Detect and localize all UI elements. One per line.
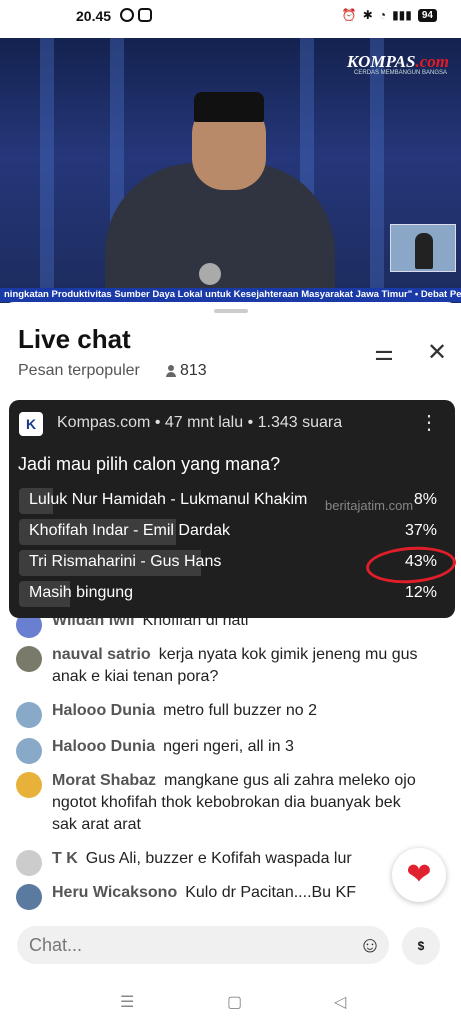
wifi-icon: ◔	[378, 8, 387, 22]
channel-avatar: K	[19, 412, 43, 436]
alarm-icon: ⏰	[341, 8, 357, 22]
user-avatar[interactable]	[16, 702, 42, 728]
app-icon	[138, 8, 152, 22]
speaker-cap	[194, 92, 264, 122]
poll-option-percent: 37%	[404, 522, 437, 539]
bluetooth-icon: ✱	[362, 8, 373, 22]
close-icon[interactable]: ✕	[424, 338, 450, 366]
poll-option[interactable]: Masih bingung 12%	[19, 581, 443, 607]
heart-reaction-button[interactable]: ❤	[392, 848, 446, 902]
stage-light	[370, 38, 384, 303]
poll-option-label: Khofifah Indar - Emil Dardak	[29, 522, 230, 539]
microphone	[199, 263, 221, 285]
poll-card: K Kompas.com • 47 mnt lalu • 1.343 suara…	[9, 400, 458, 618]
message-author[interactable]: Halooo Dunia	[52, 702, 155, 719]
viewer-count-value: 813	[180, 362, 207, 379]
news-ticker: ningkatan Produktivitas Sumber Daya Loka…	[0, 288, 461, 302]
chat-composer[interactable]: ☺	[17, 926, 389, 964]
poll-option-label: Tri Rismaharini - Gus Hans	[29, 553, 222, 570]
message-author[interactable]: Wildan Iwil	[52, 618, 135, 629]
message-text: metro full buzzer no 2	[163, 702, 317, 719]
message-text: Gus Ali, buzzer e Kofifah waspada lur	[85, 850, 352, 867]
sign-language-inset	[390, 224, 456, 272]
message-author[interactable]: T K	[52, 850, 78, 867]
back-icon[interactable]: ◁	[334, 992, 346, 1012]
chat-filter-label[interactable]: Pesan terpopuler	[18, 362, 140, 380]
poll-meta: Kompas.com • 47 mnt lalu • 1.343 suara	[57, 414, 343, 431]
whatsapp-icon	[120, 8, 134, 22]
recent-apps-icon[interactable]: ☰	[120, 992, 134, 1012]
status-bar: 20.45 ⏰ ✱ ◔ ▮▮▮ 94	[0, 0, 461, 38]
message-author[interactable]: nauval satrio	[52, 646, 151, 663]
viewer-count: 813	[166, 362, 207, 380]
home-icon[interactable]: ▢	[227, 992, 242, 1012]
kompas-logo: KOMPAS.com	[346, 52, 449, 71]
poll-option-label: Luluk Nur Hamidah - Lukmanul Khakim	[29, 491, 308, 508]
android-nav-bar: ☰ ▢ ◁	[0, 980, 461, 1024]
system-icons: ⏰ ✱ ◔ ▮▮▮ 94	[342, 8, 437, 22]
signal-icon: ▮▮▮	[392, 8, 412, 22]
poll-question: Jadi mau pilih calon yang mana?	[18, 454, 281, 474]
kompas-tagline: CERDAS MEMBANGUN BANGSA	[353, 70, 447, 76]
user-avatar[interactable]	[16, 884, 42, 910]
super-chat-button[interactable]: $	[402, 927, 440, 965]
live-chat-panel: Live chat Pesan terpopuler 813 ⚌ ✕ K Kom…	[0, 302, 461, 1024]
user-avatar[interactable]	[16, 618, 42, 638]
stage-light	[40, 38, 54, 303]
poll-option-label: Masih bingung	[29, 584, 134, 601]
user-avatar[interactable]	[16, 772, 42, 798]
message-author[interactable]: Morat Shabaz	[52, 772, 156, 789]
panel-title: Live chat	[18, 324, 131, 354]
watermark: beritajatim.com	[325, 498, 414, 513]
message-author[interactable]: Halooo Dunia	[52, 738, 155, 755]
message-author[interactable]: Heru Wicaksono	[52, 884, 177, 901]
video-player[interactable]: KOMPAS.com CERDAS MEMBANGUN BANGSA ningk…	[0, 38, 461, 303]
message-text: Khofifah di hati	[142, 618, 249, 629]
user-avatar[interactable]	[16, 646, 42, 672]
message-text: Kulo dr Pacitan....Bu KF	[185, 884, 356, 901]
emoji-icon[interactable]: ☺	[357, 932, 383, 958]
more-options-icon[interactable]: ⋮	[419, 410, 439, 435]
message-text: ngeri ngeri, all in 3	[163, 738, 294, 755]
chat-input[interactable]	[29, 932, 349, 958]
battery-icon: 94	[417, 8, 437, 22]
person-icon	[166, 365, 176, 377]
notification-icons	[120, 8, 152, 22]
poll-option-percent: 8%	[413, 491, 437, 508]
filter-sliders-icon[interactable]: ⚌	[370, 340, 398, 365]
poll-option-percent: 12%	[404, 584, 437, 601]
drag-handle[interactable]	[214, 309, 248, 313]
status-time: 20.45	[76, 8, 112, 24]
user-avatar[interactable]	[16, 850, 42, 876]
poll-option[interactable]: Khofifah Indar - Emil Dardak 37%	[19, 519, 443, 545]
user-avatar[interactable]	[16, 738, 42, 764]
